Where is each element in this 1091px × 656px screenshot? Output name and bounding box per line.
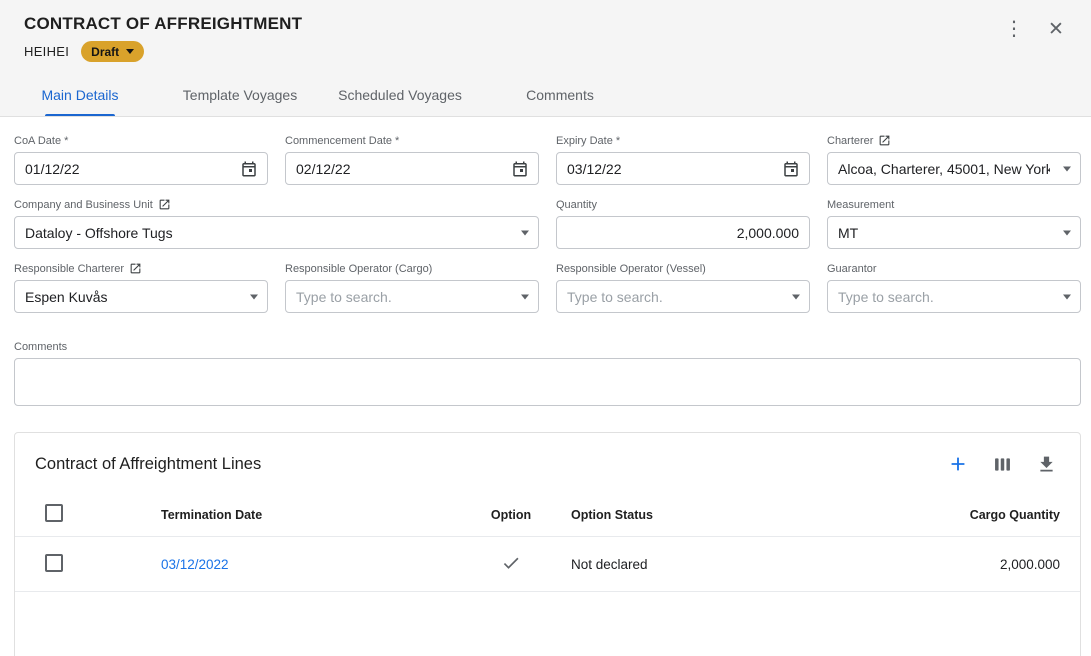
col-header-option: Option [451, 508, 571, 522]
col-header-cargo-quantity: Cargo Quantity [871, 508, 1060, 522]
contract-name: HEIHEI [24, 44, 69, 59]
quantity-field-group: Quantity [556, 198, 810, 249]
add-line-button[interactable] [946, 452, 970, 476]
chevron-down-icon[interactable] [792, 294, 800, 299]
download-button[interactable] [1034, 452, 1058, 476]
charterer-label: Charterer [827, 134, 1081, 147]
responsible-operator-vessel-label: Responsible Operator (Vessel) [556, 262, 810, 275]
measurement-label: Measurement [827, 198, 1081, 211]
measurement-select[interactable] [828, 217, 1080, 248]
termination-date-link[interactable]: 03/12/2022 [161, 557, 229, 572]
lines-table-header: Termination Date Option Option Status Ca… [15, 493, 1080, 537]
comments-textarea[interactable] [14, 358, 1081, 406]
download-icon [1036, 454, 1057, 475]
cargo-quantity-cell: 2,000.000 [871, 557, 1060, 572]
col-header-option-status: Option Status [571, 508, 871, 522]
plus-icon [947, 453, 969, 475]
external-link-icon[interactable] [129, 262, 142, 275]
tab-main-details[interactable]: Main Details [0, 74, 160, 116]
tab-comments[interactable]: Comments [480, 74, 640, 116]
responsible-charterer-select[interactable] [15, 281, 267, 312]
chevron-down-icon [126, 49, 134, 54]
company-business-unit-field-group: Company and Business Unit [14, 198, 539, 249]
calendar-icon[interactable] [240, 160, 258, 178]
chevron-down-icon[interactable] [521, 230, 529, 235]
coa-date-label: CoA Date * [14, 134, 268, 147]
close-icon: ✕ [1048, 20, 1064, 39]
more-options-button[interactable]: ⋮ [1001, 16, 1027, 42]
external-link-icon[interactable] [158, 198, 171, 211]
measurement-field-group: Measurement [827, 198, 1081, 249]
close-button[interactable]: ✕ [1043, 16, 1069, 42]
responsible-operator-cargo-input[interactable] [286, 281, 538, 312]
expiry-date-input[interactable] [557, 153, 809, 184]
check-icon [501, 553, 521, 573]
tab-label: Comments [526, 87, 594, 103]
comments-label: Comments [14, 340, 1081, 353]
col-header-termination-date: Termination Date [161, 508, 451, 522]
chevron-down-icon[interactable] [1063, 294, 1071, 299]
option-status-cell: Not declared [571, 557, 871, 572]
chevron-down-icon[interactable] [250, 294, 258, 299]
page-title: CONTRACT OF AFFREIGHTMENT [24, 14, 1067, 34]
calendar-icon[interactable] [782, 160, 800, 178]
expiry-date-label: Expiry Date * [556, 134, 810, 147]
coa-lines-card: Contract of Affreightment Lines [14, 432, 1081, 656]
row-checkbox[interactable] [45, 554, 63, 572]
columns-icon [992, 454, 1013, 475]
tab-label: Template Voyages [183, 87, 297, 103]
chevron-down-icon[interactable] [1063, 230, 1071, 235]
commencement-date-input[interactable] [286, 153, 538, 184]
header: CONTRACT OF AFFREIGHTMENT HEIHEI Draft ⋮… [0, 0, 1091, 117]
coa-date-input[interactable] [15, 153, 267, 184]
coa-date-field-group: CoA Date * [14, 134, 268, 185]
guarantor-label: Guarantor [827, 262, 1081, 275]
tab-bar: Main Details Template Voyages Scheduled … [0, 74, 1091, 116]
commencement-date-field-group: Commencement Date * [285, 134, 539, 185]
comments-field-group: Comments [14, 340, 1081, 406]
quantity-label: Quantity [556, 198, 810, 211]
main-details-form: CoA Date * Commencement Date * [0, 117, 1091, 406]
quantity-input[interactable] [557, 217, 809, 248]
column-settings-button[interactable] [990, 452, 1014, 476]
guarantor-input[interactable] [828, 281, 1080, 312]
responsible-operator-cargo-label: Responsible Operator (Cargo) [285, 262, 539, 275]
responsible-operator-vessel-field-group: Responsible Operator (Vessel) [556, 262, 810, 313]
chevron-down-icon[interactable] [1063, 166, 1071, 171]
tab-label: Main Details [41, 87, 118, 103]
select-all-checkbox[interactable] [45, 504, 63, 522]
responsible-charterer-label: Responsible Charterer [14, 262, 268, 275]
kebab-menu-icon: ⋮ [1004, 19, 1024, 39]
tab-label: Scheduled Voyages [338, 87, 462, 103]
coa-lines-title: Contract of Affreightment Lines [35, 455, 261, 474]
responsible-charterer-field-group: Responsible Charterer [14, 262, 268, 313]
status-badge-label: Draft [91, 45, 119, 59]
tab-scheduled-voyages[interactable]: Scheduled Voyages [320, 74, 480, 116]
guarantor-field-group: Guarantor [827, 262, 1081, 313]
commencement-date-label: Commencement Date * [285, 134, 539, 147]
company-business-unit-label: Company and Business Unit [14, 198, 539, 211]
company-business-unit-select[interactable] [15, 217, 538, 248]
charterer-select[interactable] [828, 153, 1080, 184]
status-badge[interactable]: Draft [81, 41, 144, 62]
expiry-date-field-group: Expiry Date * [556, 134, 810, 185]
chevron-down-icon[interactable] [521, 294, 529, 299]
charterer-field-group: Charterer [827, 134, 1081, 185]
responsible-operator-vessel-input[interactable] [557, 281, 809, 312]
calendar-icon[interactable] [511, 160, 529, 178]
table-row: 03/12/2022 Not declared 2,000.000 [15, 537, 1080, 592]
contract-of-affreightment-window: CONTRACT OF AFFREIGHTMENT HEIHEI Draft ⋮… [0, 0, 1091, 656]
tab-template-voyages[interactable]: Template Voyages [160, 74, 320, 116]
responsible-operator-cargo-field-group: Responsible Operator (Cargo) [285, 262, 539, 313]
external-link-icon[interactable] [878, 134, 891, 147]
